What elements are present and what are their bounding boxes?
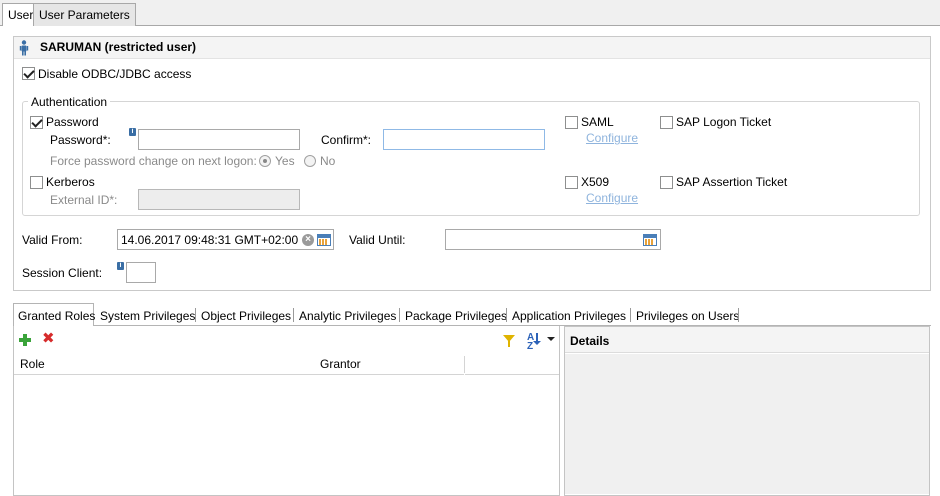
add-icon[interactable] <box>19 334 31 346</box>
editor-tab-bar <box>0 0 940 26</box>
sap-assertion-ticket-checkbox[interactable] <box>660 176 673 189</box>
sap-assertion-ticket-label: SAP Assertion Ticket <box>676 175 788 189</box>
tab-user-label: User <box>8 8 34 22</box>
valid-until-label: Valid Until: <box>349 233 406 247</box>
person-icon <box>19 40 29 56</box>
info-icon: i <box>117 262 124 270</box>
external-id-input[interactable] <box>138 189 300 210</box>
force-change-no-label: No <box>320 154 336 168</box>
tab-separator <box>195 308 196 322</box>
chevron-down-icon[interactable] <box>547 337 555 341</box>
tab-separator <box>506 308 507 322</box>
tab-separator <box>293 308 294 322</box>
authentication-legend: Authentication <box>28 95 111 109</box>
password-checkbox[interactable] <box>30 116 43 129</box>
saml-configure-link[interactable]: Configure <box>586 131 638 145</box>
valid-from-label: Valid From: <box>22 233 83 247</box>
password-checkbox-label: Password <box>46 115 99 129</box>
force-change-label: Force password change on next logon: <box>50 154 257 168</box>
x509-checkbox[interactable] <box>565 176 578 189</box>
info-icon: i <box>129 128 136 136</box>
tab-user-parameters-label: User Parameters <box>39 8 130 22</box>
tab-analytic-privileges[interactable]: Analytic Privileges <box>299 306 396 326</box>
valid-until-input[interactable] <box>445 229 661 250</box>
force-change-yes-radio[interactable] <box>259 155 271 167</box>
session-client-label: Session Client: <box>22 266 103 280</box>
disable-odbc-checkbox[interactable] <box>22 67 35 80</box>
details-title: Details <box>570 334 610 348</box>
tab-granted-roles[interactable]: Granted Roles <box>18 306 95 326</box>
session-client-input[interactable] <box>126 262 156 283</box>
x509-label: X509 <box>581 175 610 189</box>
password-input[interactable] <box>138 129 300 150</box>
force-change-yes-label: Yes <box>275 154 295 168</box>
disable-odbc-label: Disable ODBC/JDBC access <box>38 67 192 81</box>
sap-logon-ticket-label: SAP Logon Ticket <box>676 115 772 129</box>
column-header-role[interactable]: Role <box>14 354 314 375</box>
external-id-label: External ID*: <box>50 193 118 207</box>
saml-checkbox[interactable] <box>565 116 578 129</box>
saml-label: SAML <box>581 115 614 129</box>
valid-from-value: 14.06.2017 09:48:31 GMT+02:00 <box>121 233 299 247</box>
x509-configure-link[interactable]: Configure <box>586 191 638 205</box>
calendar-icon[interactable] <box>643 234 657 246</box>
password-field-label: Password*: <box>50 133 111 147</box>
tab-package-privileges[interactable]: Package Privileges <box>405 306 507 326</box>
tab-object-privileges[interactable]: Object Privileges <box>201 306 291 326</box>
delete-icon[interactable]: ✖ <box>42 331 55 346</box>
kerberos-checkbox[interactable] <box>30 176 43 189</box>
tab-privileges-on-users[interactable]: Privileges on Users <box>636 306 739 326</box>
tab-separator <box>630 308 631 322</box>
user-title: SARUMAN (restricted user) <box>40 40 197 54</box>
column-header-filler <box>465 354 559 375</box>
tab-separator <box>399 308 400 322</box>
tab-system-privileges[interactable]: System Privileges <box>100 306 195 326</box>
tab-user-parameters[interactable]: User Parameters <box>33 3 136 26</box>
sap-logon-ticket-checkbox[interactable] <box>660 116 673 129</box>
column-header-grantor[interactable]: Grantor <box>314 354 464 375</box>
force-change-no-radio[interactable] <box>304 155 316 167</box>
calendar-icon[interactable] <box>317 234 331 246</box>
details-body <box>565 354 929 494</box>
details-header <box>565 327 929 353</box>
sort-arrow-icon <box>533 333 541 345</box>
granted-roles-panel <box>13 326 560 496</box>
tab-application-privileges[interactable]: Application Privileges <box>512 306 626 326</box>
confirm-field-label: Confirm*: <box>321 133 372 147</box>
confirm-password-input[interactable] <box>383 129 545 150</box>
tab-separator <box>738 308 739 322</box>
clear-icon[interactable]: × <box>302 234 314 246</box>
kerberos-label: Kerberos <box>46 175 95 189</box>
filter-icon[interactable] <box>503 335 515 347</box>
